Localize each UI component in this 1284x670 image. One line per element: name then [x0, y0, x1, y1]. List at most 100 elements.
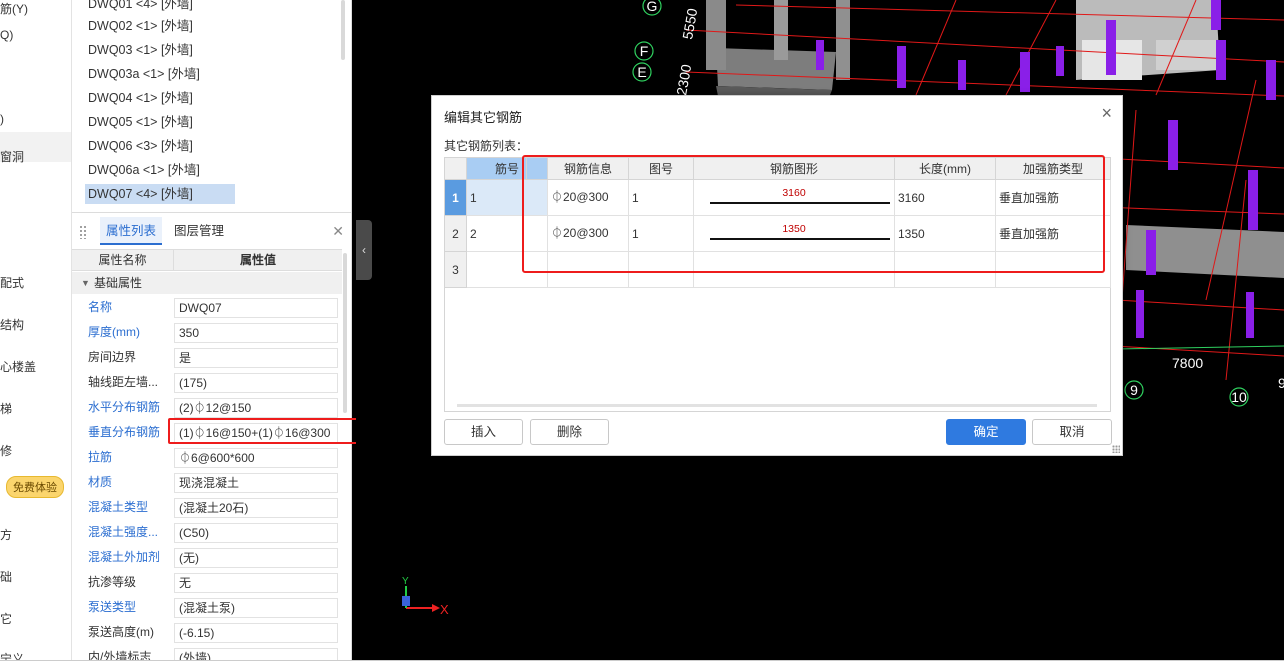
- model-column: [706, 0, 726, 70]
- property-value[interactable]: 是: [174, 348, 338, 368]
- property-value[interactable]: (C50): [174, 523, 338, 543]
- list-item[interactable]: DWQ02 <1> [外墙]: [85, 16, 235, 36]
- list-item[interactable]: DWQ01 <4> [外墙]: [85, 0, 235, 14]
- row-number[interactable]: 2: [445, 216, 467, 252]
- dim-label-9: 9: [1278, 375, 1284, 391]
- model-column: [774, 0, 788, 60]
- properties-scrollbar[interactable]: [343, 253, 347, 413]
- delete-button[interactable]: 删除: [530, 419, 609, 445]
- cancel-button[interactable]: 取消: [1032, 419, 1112, 445]
- property-row[interactable]: 混凝土外加剂 (无): [72, 545, 342, 570]
- property-value[interactable]: 现浇混凝土: [174, 473, 338, 493]
- list-item[interactable]: DWQ03a <1> [外墙]: [85, 64, 235, 84]
- tab-layer-management[interactable]: 图层管理: [168, 217, 230, 245]
- property-value[interactable]: 350: [174, 323, 338, 343]
- collapse-panel-handle[interactable]: ‹: [356, 220, 372, 280]
- property-row[interactable]: 抗渗等级 无: [72, 570, 342, 595]
- property-value[interactable]: (无): [174, 548, 338, 568]
- dim-label-2300: 2300: [673, 63, 694, 97]
- axis-x-label: X: [440, 602, 449, 617]
- property-name: 混凝土类型: [88, 500, 149, 514]
- red-highlight-box: [168, 418, 364, 444]
- nav-item-paren[interactable]: ): [0, 112, 4, 126]
- property-row[interactable]: 泵送高度(m) (-6.15): [72, 620, 342, 645]
- property-name: 混凝土强度...: [88, 525, 159, 539]
- drag-grip-icon[interactable]: [79, 225, 87, 239]
- property-row[interactable]: 名称 DWQ07: [72, 295, 342, 320]
- property-value[interactable]: ⏀6@600*600: [174, 448, 338, 468]
- nav-item-foundation[interactable]: 础: [0, 568, 12, 585]
- list-item-selected[interactable]: DWQ07 <4> [外墙]: [85, 184, 235, 204]
- grid-horizontal-scrollbar[interactable]: [457, 404, 1097, 407]
- row-number[interactable]: 3: [445, 252, 467, 288]
- axis-gizmo: X Y: [402, 576, 449, 617]
- list-item[interactable]: DWQ03 <1> [外墙]: [85, 40, 235, 60]
- col-header-value: 属性值: [239, 253, 276, 267]
- property-row[interactable]: 混凝土类型 (混凝土20石): [72, 495, 342, 520]
- axis-label-10: 10: [1231, 389, 1247, 405]
- property-value[interactable]: 无: [174, 573, 338, 593]
- property-row[interactable]: 轴线距左墙... (175): [72, 370, 342, 395]
- list-item[interactable]: DWQ06a <1> [外墙]: [85, 160, 235, 180]
- property-row[interactable]: 房间边界 是: [72, 345, 342, 370]
- insert-button[interactable]: 插入: [444, 419, 523, 445]
- list-item[interactable]: DWQ04 <1> [外墙]: [85, 88, 235, 108]
- nav-item-other[interactable]: 它: [0, 610, 12, 627]
- close-icon[interactable]: ✕: [332, 223, 344, 240]
- property-row[interactable]: 厚度(mm) 350: [72, 320, 342, 345]
- free-trial-badge[interactable]: 免费体验: [6, 476, 64, 498]
- list-item[interactable]: DWQ06 <3> [外墙]: [85, 136, 235, 156]
- axis-label-9: 9: [1130, 382, 1138, 398]
- axis-label-e: E: [637, 64, 646, 80]
- model-column: [836, 0, 850, 80]
- list-scrollbar[interactable]: [341, 0, 345, 60]
- properties-group-basic[interactable]: ▼ 基础属性: [72, 272, 342, 294]
- dialog-title: 编辑其它钢筋: [444, 110, 523, 125]
- nav-item-stairs[interactable]: 梯: [0, 400, 12, 417]
- caret-down-icon[interactable]: ▼: [81, 272, 90, 294]
- left-nav-panel: 筋(Y) Q) ) 窗洞 配式 结构 心楼盖 梯 修 方 础 它 宁义 免费体验: [0, 0, 72, 670]
- property-row[interactable]: 拉筋 ⏀6@600*600: [72, 445, 342, 470]
- axis-label-f: F: [640, 43, 649, 59]
- property-name: 拉筋: [88, 450, 113, 464]
- property-name: 房间边界: [88, 350, 137, 364]
- element-list: DWQ01 <4> [外墙] DWQ02 <1> [外墙] DWQ03 <1> …: [72, 0, 352, 212]
- property-value[interactable]: (混凝土20石): [174, 498, 338, 518]
- status-bar: [0, 660, 1284, 670]
- property-row[interactable]: 混凝土强度... (C50): [72, 520, 342, 545]
- property-value[interactable]: (-6.15): [174, 623, 338, 643]
- property-row[interactable]: 材质 现浇混凝土: [72, 470, 342, 495]
- model-block: [1156, 40, 1216, 70]
- row-number[interactable]: 1: [445, 180, 467, 216]
- nav-item-q[interactable]: Q): [0, 28, 13, 42]
- nav-item-earthwork[interactable]: 方: [0, 526, 12, 543]
- property-value[interactable]: (混凝土泵): [174, 598, 338, 618]
- property-name: 泵送类型: [88, 600, 137, 614]
- col-header-name: 属性名称: [72, 250, 174, 271]
- nav-item-hollow-floor[interactable]: 心楼盖: [0, 358, 36, 375]
- property-row[interactable]: 泵送类型 (混凝土泵): [72, 595, 342, 620]
- property-row[interactable]: 水平分布钢筋 (2)⏀12@150: [72, 395, 342, 420]
- property-name: 轴线距左墙...: [88, 375, 159, 389]
- tab-property-list[interactable]: 属性列表: [100, 217, 163, 245]
- chevron-left-icon: ‹: [362, 243, 366, 257]
- nav-item-prefab[interactable]: 配式: [0, 274, 24, 291]
- grid-corner: [445, 158, 467, 180]
- nav-item-structure[interactable]: 结构: [0, 316, 24, 333]
- nav-item-decoration[interactable]: 修: [0, 442, 12, 459]
- resize-grip-icon[interactable]: [1112, 445, 1120, 453]
- property-value[interactable]: (175): [174, 373, 338, 393]
- property-name: 混凝土外加剂: [88, 550, 161, 564]
- property-name: 材质: [88, 475, 113, 489]
- close-icon[interactable]: ×: [1101, 104, 1112, 122]
- nav-item-window[interactable]: 窗洞: [0, 148, 24, 165]
- list-item[interactable]: DWQ05 <1> [外墙]: [85, 112, 235, 132]
- property-value[interactable]: (2)⏀12@150: [174, 398, 338, 418]
- property-name: 垂直分布钢筋: [88, 425, 161, 439]
- property-value[interactable]: DWQ07: [174, 298, 338, 318]
- property-name: 泵送高度(m): [88, 625, 154, 639]
- ok-button[interactable]: 确定: [946, 419, 1026, 445]
- edit-other-rebar-dialog: 编辑其它钢筋 × 其它钢筋列表： 筋号 钢筋信息 图号 钢筋图形 长度(mm) …: [431, 95, 1123, 456]
- nav-item-rebar[interactable]: 筋(Y): [0, 0, 28, 17]
- dim-label-7800: 7800: [1172, 355, 1203, 371]
